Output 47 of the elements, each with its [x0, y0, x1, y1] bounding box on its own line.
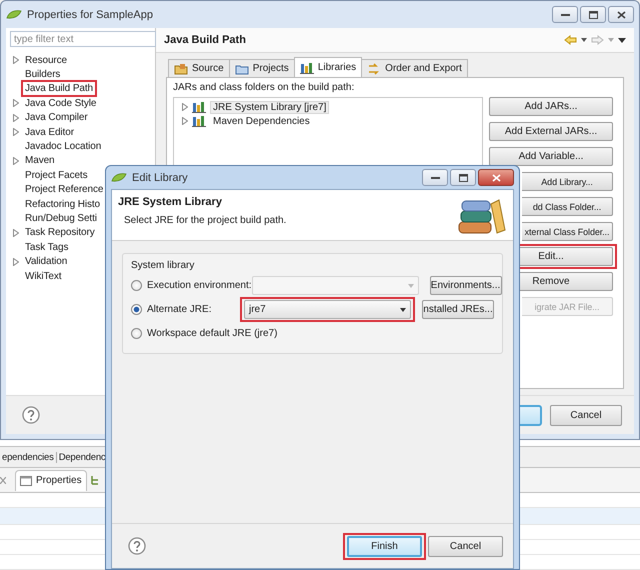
dialog-button[interactable]: Finish	[347, 536, 422, 556]
action-button[interactable]: Add Library...	[522, 172, 613, 191]
dialog-heading: JRE System Library	[118, 196, 223, 208]
action-button[interactable]: dd Class Folder...	[522, 197, 613, 216]
tab[interactable]: Source	[168, 59, 230, 77]
option-button[interactable]: Environments...	[430, 276, 502, 295]
jre-dropdown[interactable]: jre7	[244, 300, 411, 319]
nav-item[interactable]: Java Editor	[25, 126, 74, 138]
option-label: Workspace default JRE (jre7)	[147, 328, 278, 339]
tree-item[interactable]: Maven Dependencies	[210, 114, 313, 128]
option-label: Alternate JRE:	[147, 304, 212, 315]
dialog-title: Edit Library	[132, 172, 188, 184]
nav-item[interactable]: Run/Debug Setti	[25, 212, 97, 224]
nav-item[interactable]: Maven	[25, 155, 55, 166]
nav-item[interactable]: Refactoring Histo	[25, 198, 100, 210]
tab[interactable]: Order and Export	[361, 59, 468, 77]
action-button[interactable]: Add JARs...	[489, 97, 613, 116]
action-button[interactable]: xternal Class Folder...	[522, 222, 613, 241]
window-title: Properties for SampleApp	[27, 8, 153, 20]
option-label: Execution environment:	[147, 280, 252, 291]
tab[interactable]: Projects	[228, 59, 295, 77]
action-button[interactable]: Add External JARs...	[489, 122, 613, 141]
nav-item[interactable]: Task Tags	[25, 242, 68, 253]
nav-item[interactable]: Project Reference	[25, 184, 104, 196]
nav-item[interactable]: Validation	[25, 256, 68, 268]
page-title: Java Build Path	[164, 34, 246, 46]
cancel-button[interactable]: Cancel	[550, 404, 622, 426]
nav-item[interactable]: Builders	[25, 69, 60, 80]
nav-item[interactable]: Java Code Style	[25, 98, 96, 109]
nav-item[interactable]: Project Facets	[25, 170, 88, 181]
option-button[interactable]: nstalled JREs...	[422, 300, 494, 319]
tab[interactable]: Libraries	[294, 57, 362, 77]
view-tab[interactable]: ependencies	[0, 452, 57, 462]
dialog-button[interactable]: Cancel	[428, 536, 503, 556]
group-label: System library	[131, 260, 196, 271]
nav-item[interactable]: WikiText	[25, 270, 62, 282]
filter-field[interactable]: type filter text	[10, 31, 156, 47]
panel-caption: JARs and class folders on the build path:	[173, 82, 356, 93]
nav-item[interactable]: Resource	[25, 54, 67, 66]
nav-item[interactable]: Task Repository	[25, 227, 95, 238]
action-button[interactable]: Add Variable...	[489, 147, 613, 166]
tree-item[interactable]: JRE System Library [jre7]	[210, 100, 330, 114]
nav-item[interactable]: Java Compiler	[25, 112, 88, 124]
nav-item[interactable]: Javadoc Location	[25, 141, 102, 152]
nav-item[interactable]: Java Build Path	[25, 83, 93, 94]
view-tab[interactable]: Properties	[15, 470, 87, 490]
dialog-description: Select JRE for the project build path.	[123, 215, 288, 226]
